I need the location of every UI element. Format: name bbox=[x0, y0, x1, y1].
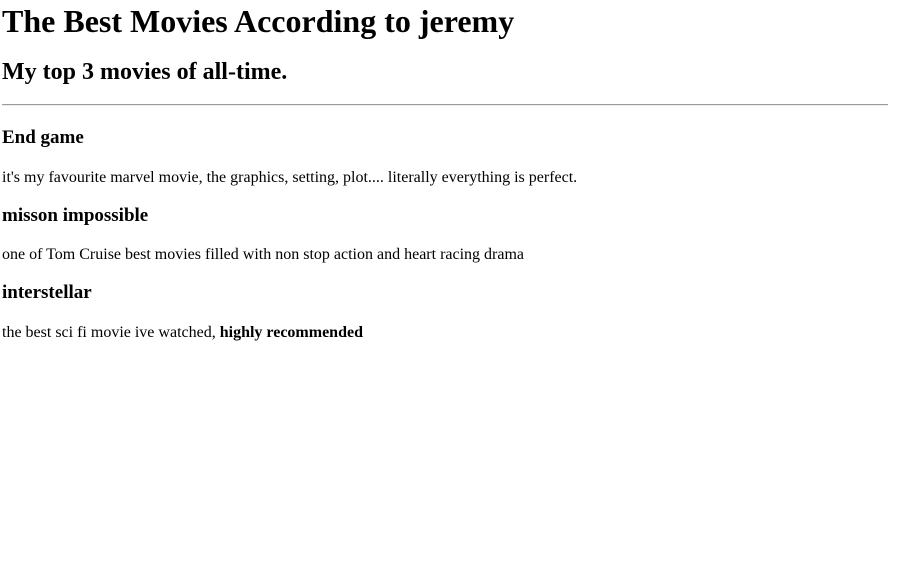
movie-description: it's my favourite marvel movie, the grap… bbox=[2, 168, 895, 187]
movie-description: the best sci fi movie ive watched, highl… bbox=[2, 323, 895, 342]
movie-description-text: one of Tom Cruise best movies filled wit… bbox=[2, 246, 525, 263]
page: The Best Movies According to jeremy My t… bbox=[0, 0, 897, 582]
divider bbox=[2, 104, 888, 106]
movie-description-text: it's my favourite marvel movie, the grap… bbox=[2, 169, 578, 186]
movie-description-text: the best sci fi movie ive watched, bbox=[2, 324, 220, 341]
movie-description-emphasis: highly recommended bbox=[219, 324, 363, 341]
movie-description: one of Tom Cruise best movies filled wit… bbox=[2, 245, 895, 264]
movie-title: interstellar bbox=[2, 282, 92, 303]
page-title: The Best Movies According to jeremy bbox=[2, 3, 515, 39]
page-subtitle: My top 3 movies of all-time. bbox=[2, 59, 288, 85]
movie-entry-end-game: End game it's my favourite marvel movie,… bbox=[2, 127, 895, 187]
movie-title: misson impossible bbox=[2, 205, 149, 226]
movie-entry-interstellar: interstellar the best sci fi movie ive w… bbox=[2, 282, 895, 342]
movie-title: End game bbox=[2, 127, 84, 148]
movie-entry-mission-impossible: misson impossible one of Tom Cruise best… bbox=[2, 205, 895, 264]
